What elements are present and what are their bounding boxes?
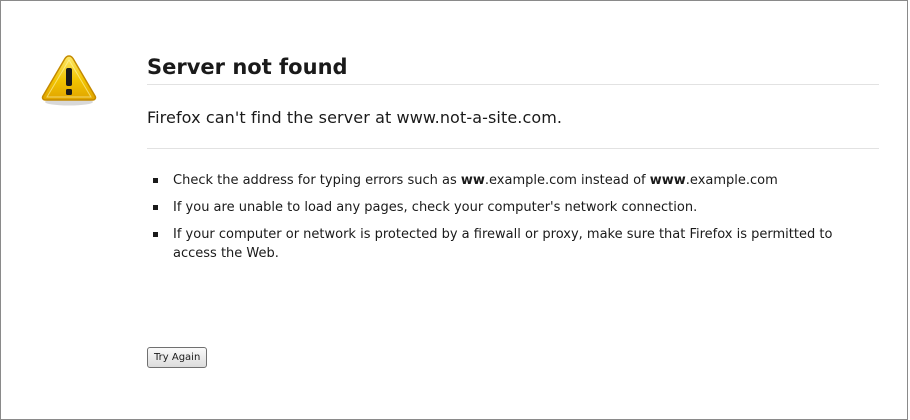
bullet-icon (153, 178, 158, 183)
suggestion-text: If your computer or network is protected… (173, 227, 833, 261)
suggestion-item: If you are unable to load any pages, che… (147, 198, 879, 217)
bullet-icon (153, 205, 158, 210)
error-page-container: Server not found Firefox can't find the … (0, 0, 908, 420)
suggestions-list: Check the address for typing errors such… (147, 149, 879, 263)
suggestion-bold-text: ww (460, 173, 485, 188)
suggestion-text: .example.com (685, 173, 778, 188)
bullet-icon (153, 232, 158, 237)
warning-triangle-icon (38, 53, 100, 107)
suggestion-bold-text: www (649, 173, 686, 188)
suggestion-text: .example.com instead of (484, 173, 650, 188)
suggestion-item: Check the address for typing errors such… (147, 171, 879, 190)
error-short-description: Firefox can't find the server at www.not… (147, 85, 879, 149)
suggestion-item: If your computer or network is protected… (147, 225, 879, 263)
try-again-button[interactable]: Try Again (147, 347, 208, 368)
error-content: Server not found Firefox can't find the … (147, 53, 879, 271)
suggestion-text: If you are unable to load any pages, che… (173, 200, 698, 215)
suggestion-text: Check the address for typing errors such… (173, 173, 461, 188)
error-title: Server not found (147, 53, 879, 85)
